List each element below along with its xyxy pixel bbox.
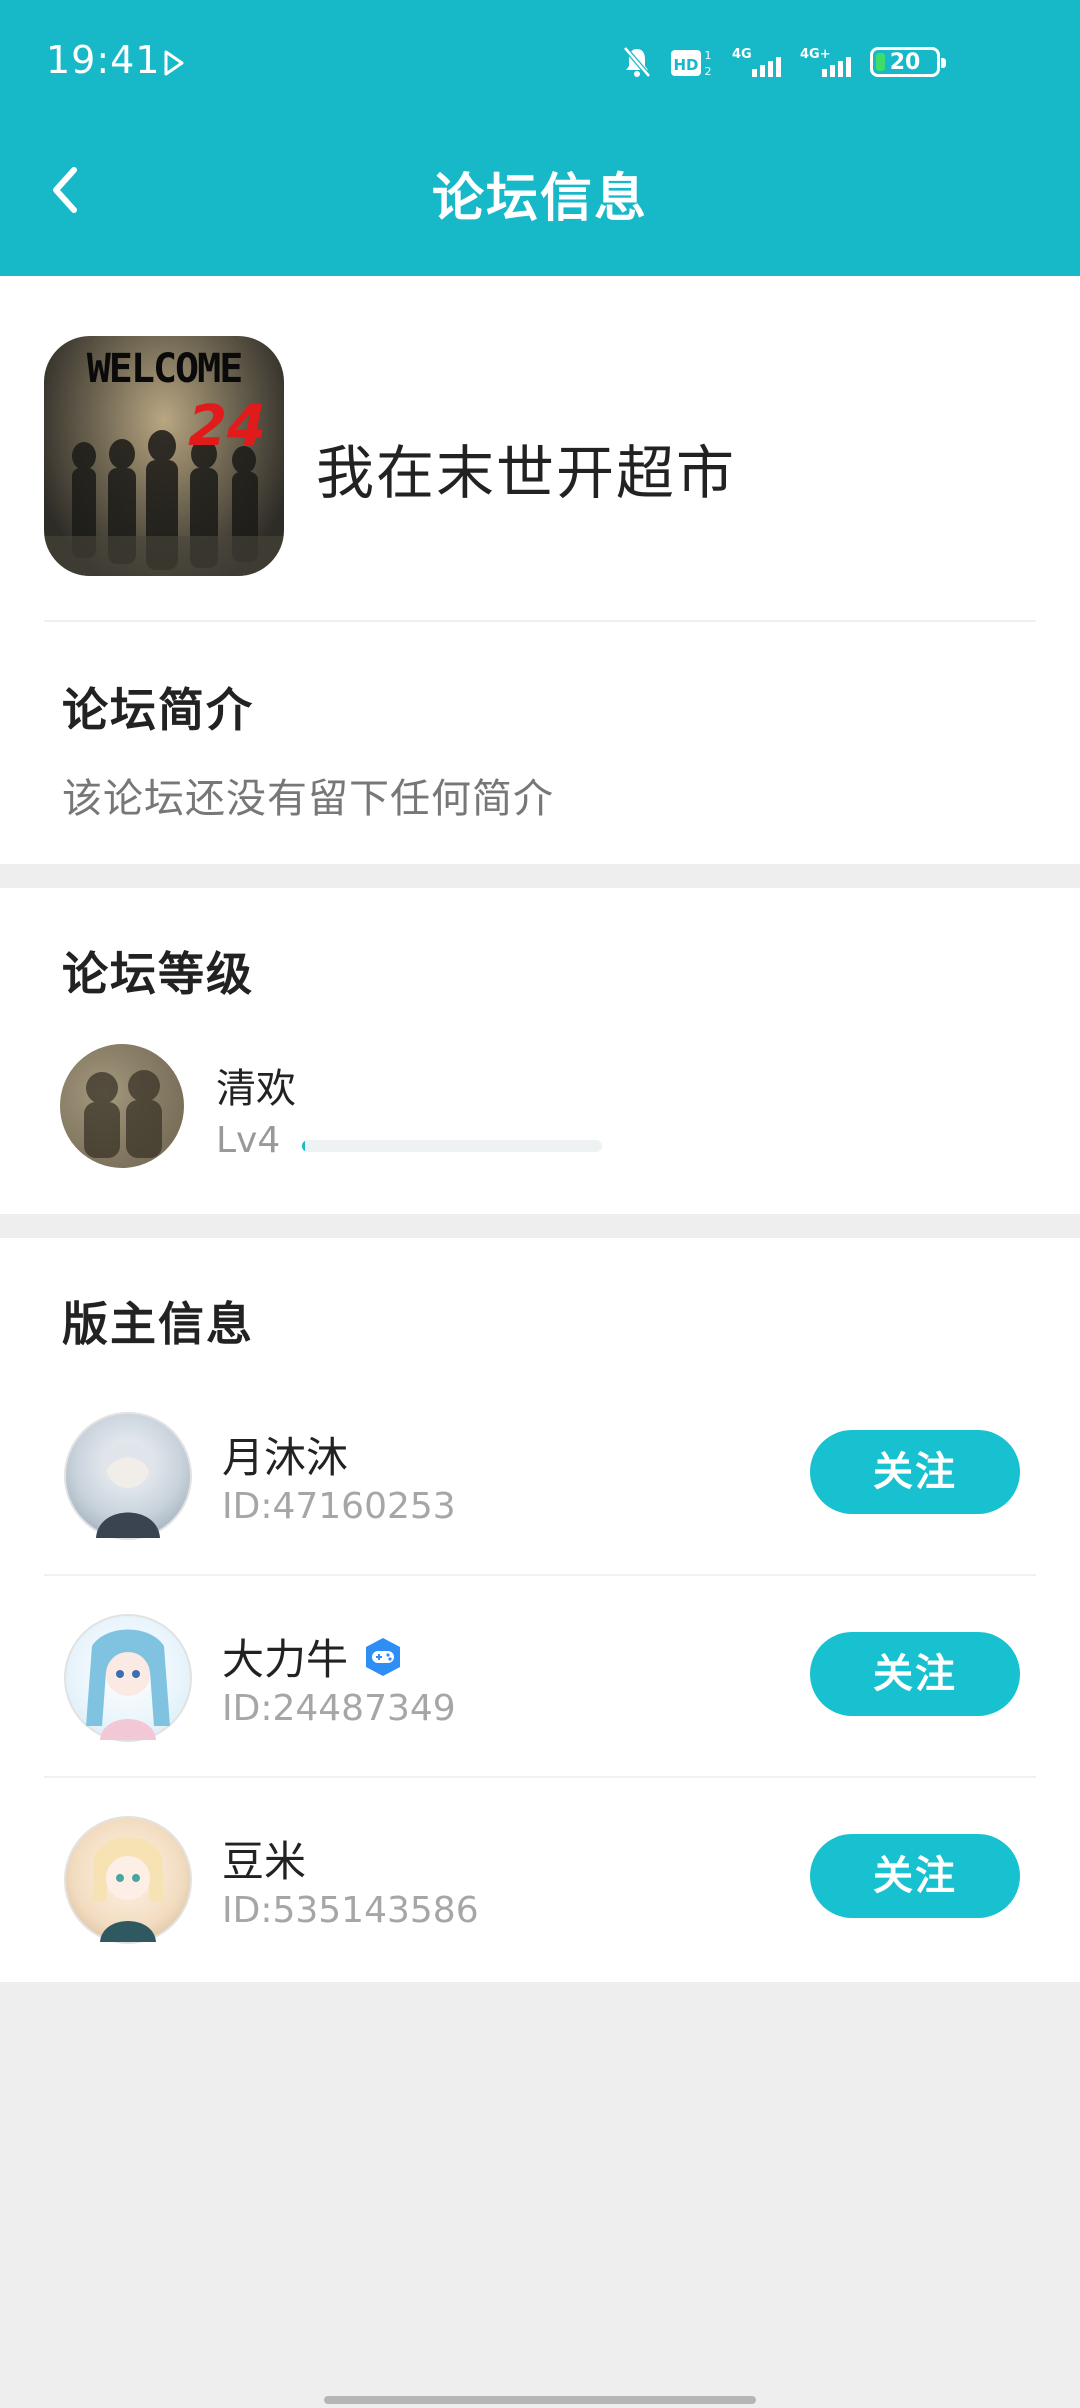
mute-icon (623, 46, 651, 78)
level-user-name: 清欢 (216, 1066, 296, 1112)
moderator-name-text: 大力牛 (222, 1635, 349, 1684)
moderator-id: ID:24487349 (222, 1688, 456, 1729)
level-title: 论坛等级 (62, 947, 254, 1001)
svg-text:1: 1 (705, 49, 712, 62)
status-icons: HD 1 2 4G 4G+ 20 (622, 44, 946, 80)
hd-icon: HD 1 2 (671, 49, 712, 78)
forum-icon-number: 24 (188, 394, 266, 459)
avatar[interactable] (64, 1412, 192, 1540)
avatar-art (84, 1070, 162, 1158)
svg-text:4G+: 4G+ (800, 47, 831, 62)
battery-icon: 20 (870, 47, 946, 77)
status-bar: 19:41 HD 1 2 4G 4G+ 20 (0, 0, 1080, 126)
game-badge-icon (366, 1637, 401, 1676)
forum-icon-text: WELCOME (86, 346, 244, 392)
page-title: 论坛信息 (431, 169, 648, 229)
moderator-name: 月沐沐 (222, 1424, 348, 1485)
forum-name: 我在末世开超市 (316, 439, 737, 507)
intro-text: 该论坛还没有留下任何简介 (62, 776, 554, 822)
moderator-card: 版主信息 月沐沐 ID:47160253 关注 大力牛 ID:24487349 … (0, 1238, 1080, 1982)
avatar-art (86, 1629, 170, 1740)
svg-text:2: 2 (705, 65, 712, 78)
home-indicator[interactable] (324, 2396, 756, 2404)
svg-text:HD: HD (673, 56, 698, 74)
moderator-title: 版主信息 (62, 1297, 254, 1351)
level-progress-bar (302, 1140, 602, 1152)
top-header: 19:41 HD 1 2 4G 4G+ 20 论坛信息 (0, 0, 1080, 276)
forum-level-card: 论坛等级 清欢 Lv4 (0, 888, 1080, 1214)
follow-button[interactable]: 关注 (810, 1834, 1020, 1918)
forum-info-card: WELCOME 24 我在末世开超市 论坛简介 该论坛还没有留下任何简介 (0, 276, 1080, 864)
signal-4g-icon: 4G (732, 47, 781, 77)
level-label: Lv4 (216, 1120, 281, 1161)
moderator-name: 大力牛 (222, 1626, 404, 1687)
intro-title: 论坛简介 (62, 683, 254, 737)
moderator-id: ID:535143586 (222, 1890, 479, 1931)
follow-button[interactable]: 关注 (810, 1430, 1020, 1514)
signal-4g-plus-icon: 4G+ (800, 47, 851, 77)
list-item: 大力牛 ID:24487349 关注 (0, 1576, 1080, 1778)
level-progress-fill (302, 1140, 305, 1152)
forum-icon: WELCOME 24 (44, 336, 284, 576)
status-time: 19:41 (46, 38, 161, 82)
moderator-name-text: 豆米 (222, 1837, 307, 1886)
battery-level: 20 (889, 49, 921, 75)
list-item: 豆米 ID:535143586 关注 (0, 1778, 1080, 1980)
avatar-art (92, 1837, 164, 1942)
avatar-art (96, 1442, 160, 1538)
play-icon (164, 50, 184, 76)
divider (44, 620, 1036, 622)
avatar[interactable] (64, 1614, 192, 1742)
list-item: 月沐沐 ID:47160253 关注 (0, 1374, 1080, 1576)
avatar[interactable] (64, 1816, 192, 1944)
follow-button[interactable]: 关注 (810, 1632, 1020, 1716)
moderator-id: ID:47160253 (222, 1486, 456, 1527)
moderator-name: 豆米 (222, 1828, 306, 1889)
avatar[interactable] (60, 1044, 184, 1168)
svg-text:4G: 4G (732, 47, 752, 62)
moderator-name-text: 月沐沐 (222, 1433, 349, 1482)
